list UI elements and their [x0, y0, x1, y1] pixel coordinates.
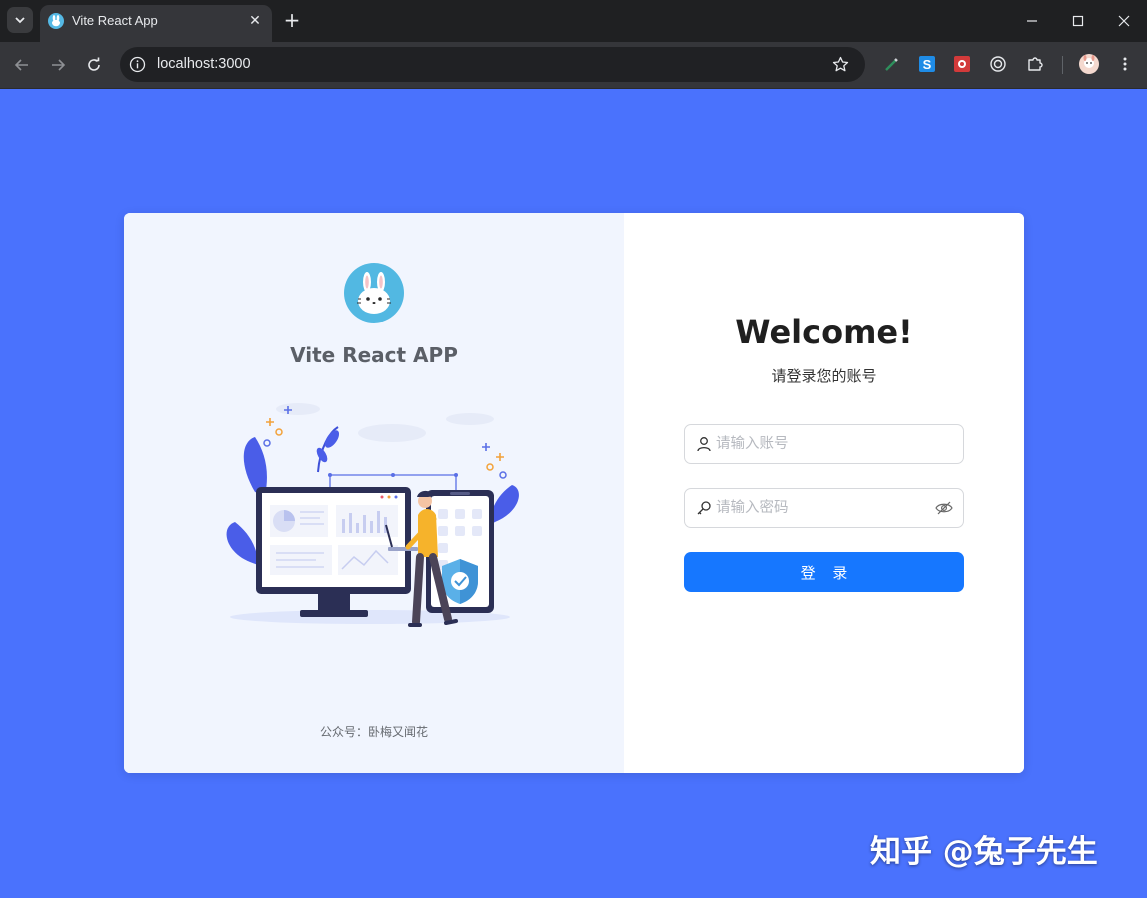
login-button[interactable]: 登 录	[684, 552, 964, 592]
tab-search-button[interactable]	[7, 7, 33, 33]
welcome-heading: Welcome!	[735, 313, 913, 351]
tab-title: Vite React App	[72, 13, 158, 28]
svg-text:S: S	[923, 57, 932, 72]
maximize-icon[interactable]	[1067, 10, 1089, 32]
window-close-icon[interactable]	[1113, 10, 1135, 32]
zhihu-watermark: 知乎 @兔子先生	[870, 834, 1098, 870]
info-icon[interactable]	[129, 56, 146, 73]
username-field[interactable]	[684, 424, 964, 464]
puzzle-extensions-icon[interactable]	[1025, 54, 1045, 74]
eye-invisible-icon[interactable]	[935, 500, 953, 516]
username-input[interactable]	[716, 425, 926, 463]
bunny-logo-icon	[344, 263, 404, 323]
login-form-panel: Welcome! 请登录您的账号 登 录	[624, 213, 1024, 773]
tab-close-icon[interactable]: ✕	[246, 12, 264, 30]
browser-menu-icon[interactable]	[1115, 54, 1135, 74]
red-extension-icon[interactable]	[952, 54, 972, 74]
new-tab-button[interactable]: +	[282, 10, 302, 30]
key-icon	[697, 501, 711, 515]
url-text[interactable]: localhost:3000	[157, 56, 251, 72]
chevron-down-icon	[15, 17, 25, 24]
profile-avatar-icon[interactable]	[1078, 53, 1100, 75]
password-input[interactable]	[716, 489, 926, 527]
wechat-account-footer: 公众号：卧梅又闻花	[319, 725, 428, 739]
dashboard-illustration	[220, 397, 530, 667]
star-bookmark-icon[interactable]	[832, 56, 849, 73]
left-branding-panel: Vite React APP 公众号：卧梅又闻花	[124, 213, 624, 773]
reload-button[interactable]	[82, 53, 106, 77]
pen-extension-icon[interactable]	[882, 54, 902, 74]
arrow-right-icon	[52, 59, 66, 71]
back-button[interactable]	[10, 53, 34, 77]
reload-icon	[88, 57, 100, 71]
user-icon	[697, 437, 711, 452]
login-card: Vite React APP 公众号：卧梅又闻花 Welcome! 请登录您的账…	[124, 213, 1024, 773]
app-title: Vite React APP	[290, 343, 458, 367]
address-bar[interactable]: localhost:3000	[120, 47, 865, 82]
toolbar-divider	[1062, 56, 1063, 74]
s-extension-icon[interactable]: S	[917, 54, 937, 74]
target-extension-icon[interactable]	[988, 54, 1008, 74]
browser-toolbar: localhost:3000 S	[0, 42, 1147, 89]
password-field[interactable]	[684, 488, 964, 528]
minimize-icon[interactable]	[1021, 10, 1043, 32]
browser-tab[interactable]: Vite React App ✕	[40, 5, 272, 42]
browser-tab-bar: Vite React App ✕ +	[0, 0, 1147, 42]
login-subtitle: 请登录您的账号	[771, 367, 877, 385]
arrow-left-icon	[14, 59, 28, 71]
forward-button[interactable]	[46, 53, 70, 77]
bunny-favicon-icon	[48, 13, 64, 29]
